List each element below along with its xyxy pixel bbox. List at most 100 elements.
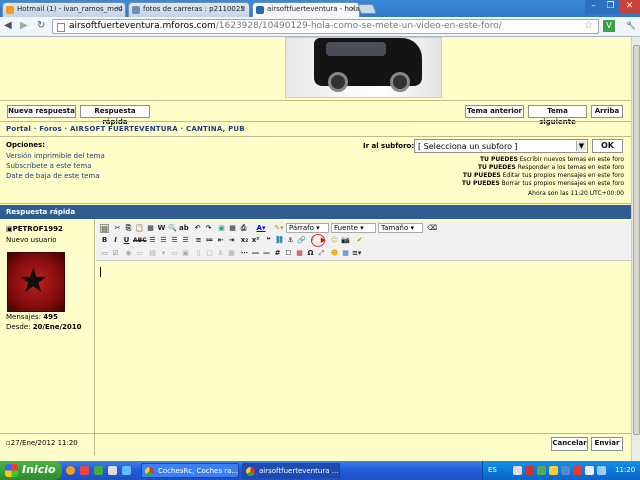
font-select[interactable]: Fuente ▾ <box>331 223 376 233</box>
div-icon[interactable]: ▢ <box>205 249 214 258</box>
highlight-icon[interactable]: ✎▾ <box>272 224 286 233</box>
font-color-icon[interactable]: A▾ <box>254 224 268 233</box>
username[interactable]: ▣PETROF1992 <box>6 225 63 233</box>
checkbox-icon[interactable]: ☑ <box>111 249 120 258</box>
ok-button[interactable]: OK <box>592 139 623 153</box>
tray-icon[interactable] <box>525 466 534 475</box>
maximize-button[interactable]: ❐ <box>602 0 619 14</box>
imagebutton-icon[interactable]: ▣ <box>181 249 190 258</box>
image-icon[interactable]: ▣ <box>217 224 226 233</box>
format-select[interactable]: Párrafo ▾ <box>286 223 329 233</box>
reload-icon[interactable]: ↻ <box>37 20 45 31</box>
unsubscribe-link[interactable]: Date de baja de este tema <box>6 172 100 180</box>
tab-airsoft[interactable]: airsoftfuerteventura - hola , ✕ <box>252 2 360 17</box>
subscribe-link[interactable]: Subscríbete a este tema <box>6 162 92 170</box>
align-left-icon[interactable]: ☰ <box>148 236 157 245</box>
volume-icon[interactable] <box>585 466 594 475</box>
hash-icon[interactable]: # <box>273 249 282 258</box>
cancel-button[interactable]: Cancelar <box>551 437 588 451</box>
align-right-icon[interactable]: ☰ <box>170 236 179 245</box>
table-icon[interactable]: ▦ <box>228 224 237 233</box>
radio-icon[interactable]: ◉ <box>124 249 133 258</box>
align-center-icon[interactable]: ☰ <box>159 236 168 245</box>
minimize-button[interactable]: – <box>585 0 602 14</box>
superscript-icon[interactable]: x² <box>251 236 260 245</box>
close-window-button[interactable]: ✕ <box>619 0 640 14</box>
wrench-icon[interactable]: 🔧 <box>625 20 637 32</box>
address-bar[interactable]: airsoftfuerteventura.mforos.com/1623928/… <box>52 19 599 34</box>
new-reply-button[interactable]: Nueva respuesta <box>7 105 76 118</box>
indent-icon[interactable]: ⇥ <box>227 236 236 245</box>
print-icon[interactable]: ⎙ <box>239 224 248 233</box>
cut-icon[interactable]: ✂ <box>113 224 122 233</box>
emoticon-icon[interactable]: ☻ <box>330 249 339 258</box>
page-scrollbar[interactable] <box>631 37 640 461</box>
special-char-icon[interactable]: — <box>262 249 271 258</box>
bullet-list-icon[interactable]: ≔ <box>205 236 214 245</box>
close-tab-icon[interactable]: ✕ <box>240 5 246 13</box>
taskbar-item[interactable]: CochesRc, Coches ra... <box>141 463 239 478</box>
message-editor[interactable] <box>96 262 631 433</box>
quote-icon[interactable]: ❝ <box>264 236 273 245</box>
quicklaunch-icon[interactable] <box>108 466 117 475</box>
back-icon[interactable]: ◀ <box>4 20 12 31</box>
extension-icon[interactable]: V <box>603 20 615 32</box>
send-button[interactable]: Enviar <box>591 437 623 451</box>
link-alt-icon[interactable]: 🔗 <box>297 236 306 245</box>
hidden-field-icon[interactable]: ▯ <box>194 249 203 258</box>
strike-icon[interactable]: ABC <box>133 236 147 245</box>
close-tab-icon[interactable]: ✕ <box>350 5 356 13</box>
anchor-icon[interactable]: ⚓ <box>216 249 225 258</box>
pagebreak-icon[interactable]: ⋯ <box>240 249 249 258</box>
tab-hotmail[interactable]: Hotmail (1) - ivan_ramos_med ✕ <box>2 2 126 17</box>
camera-icon[interactable]: 📷 <box>341 236 350 245</box>
new-tab-button[interactable] <box>357 4 377 14</box>
tab-fotos[interactable]: fotos de carreras : p2110025 ✕ <box>128 2 250 17</box>
select-icon[interactable]: ▾ <box>159 249 168 258</box>
quicklaunch-icon[interactable] <box>66 466 75 475</box>
close-tab-icon[interactable]: ✕ <box>116 5 122 13</box>
outdent-icon[interactable]: ⇤ <box>216 236 225 245</box>
box-icon[interactable]: ☐ <box>284 249 293 258</box>
smiley-icon[interactable]: ☺ <box>330 236 339 245</box>
taskbar-item[interactable]: airsoftfuerteventura ... <box>242 463 340 478</box>
spellcheck-icon[interactable]: ✔ <box>355 236 364 245</box>
link-icon[interactable]: ⛓ <box>275 236 284 245</box>
paste-text-icon[interactable]: ▦ <box>146 224 155 233</box>
top-button[interactable]: Arriba <box>591 105 623 118</box>
start-button[interactable]: Inicio <box>0 461 62 480</box>
paste-icon[interactable]: 📋 <box>135 224 144 233</box>
numbered-list-icon[interactable]: ≡ <box>194 236 203 245</box>
button-icon[interactable]: ▭ <box>170 249 179 258</box>
quicklaunch-icon[interactable] <box>122 466 131 475</box>
breadcrumb[interactable]: Portal · Foros · AIRSOFT FUERTEVENTURA ·… <box>6 125 245 133</box>
subscript-icon[interactable]: x₂ <box>240 236 249 245</box>
fullscreen-icon[interactable]: ⤢ <box>317 249 326 258</box>
tray-icon[interactable] <box>549 466 558 475</box>
unlink-icon[interactable]: ⚓ <box>286 236 295 245</box>
underline-icon[interactable]: U <box>122 236 131 245</box>
textarea-icon[interactable]: ▤ <box>148 249 157 258</box>
justify-icon[interactable]: ☰ <box>181 236 190 245</box>
italic-icon[interactable]: I <box>111 236 120 245</box>
video-button-highlight[interactable] <box>311 234 325 247</box>
quicklaunch-icon[interactable] <box>80 466 89 475</box>
language-indicator[interactable]: ES <box>488 466 497 474</box>
hr-icon[interactable]: ― <box>251 249 260 258</box>
network-icon[interactable] <box>561 466 570 475</box>
iframe-icon[interactable]: ▦ <box>295 249 304 258</box>
quick-reply-button[interactable]: Respuesta rápida <box>80 105 150 126</box>
about-icon[interactable]: ▦ <box>341 249 350 258</box>
remove-format-icon[interactable]: ⌫ <box>427 224 437 233</box>
printable-version-link[interactable]: Versión imprimible del tema <box>6 152 105 160</box>
tray-icon[interactable] <box>537 466 546 475</box>
scrollbar-thumb[interactable] <box>633 45 640 435</box>
copy-icon[interactable]: ⎘ <box>124 224 133 233</box>
textfield-icon[interactable]: ▭ <box>135 249 144 258</box>
paste-word-icon[interactable]: W <box>157 224 166 233</box>
bookmark-star-icon[interactable]: ☆ <box>584 20 593 31</box>
next-topic-button[interactable]: Tema siguiente <box>528 105 587 126</box>
bold-icon[interactable]: B <box>100 236 109 245</box>
omega-icon[interactable]: Ω <box>306 249 315 258</box>
find-icon[interactable]: 🔍 <box>168 224 177 233</box>
